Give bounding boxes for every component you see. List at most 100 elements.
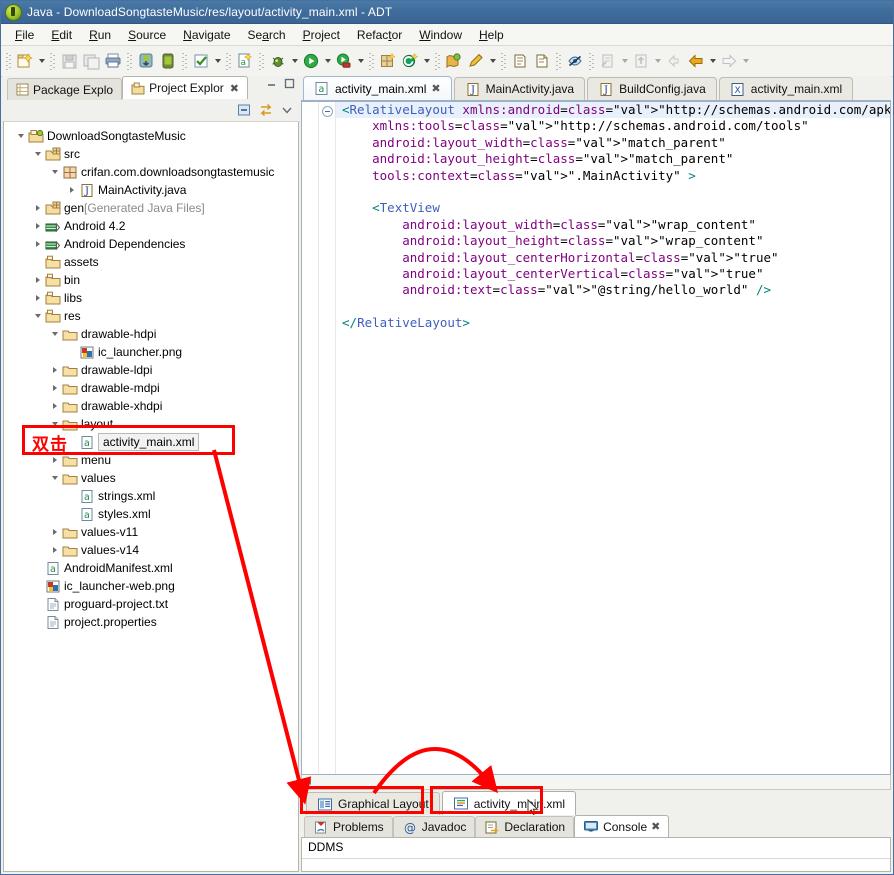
print-icon[interactable] — [102, 50, 124, 72]
console-view-body[interactable]: DDMS — [301, 837, 891, 872]
new-android-xml-file-icon[interactable]: a — [234, 50, 256, 72]
menu-project[interactable]: Project — [295, 26, 349, 44]
editor-tab-0[interactable]: a activity_main.xml ✖ — [303, 76, 452, 100]
next-annotation-icon[interactable] — [509, 50, 531, 72]
tree-expand-icon[interactable] — [31, 235, 44, 253]
tree-collapse-icon[interactable] — [14, 127, 27, 145]
tree-row[interactable]: a AndroidManifest.xml — [4, 559, 298, 577]
tree-expand-icon[interactable] — [48, 361, 61, 379]
view-menu-icon[interactable] — [281, 104, 293, 116]
tree-row[interactable]: gen [Generated Java Files] — [4, 199, 298, 217]
menu-run[interactable]: Run — [81, 26, 120, 44]
toolbar-grip-9[interactable] — [500, 51, 507, 71]
tree-row[interactable]: drawable-hdpi — [4, 325, 298, 343]
tree-collapse-icon[interactable] — [48, 469, 61, 487]
run-icon[interactable] — [300, 50, 322, 72]
tree-row[interactable]: drawable-ldpi — [4, 361, 298, 379]
link-with-editor-icon[interactable] — [258, 103, 274, 117]
tree-row[interactable]: drawable-xhdpi — [4, 397, 298, 415]
tree-row[interactable]: res — [4, 307, 298, 325]
editor-tab-1[interactable]: J MainActivity.java — [453, 77, 586, 100]
menu-refactor[interactable]: Refactor — [349, 26, 411, 44]
tree-row[interactable]: layout — [4, 415, 298, 433]
open-type-icon[interactable] — [443, 50, 465, 72]
menu-source[interactable]: Source — [120, 26, 175, 44]
toolbar-grip-4[interactable] — [181, 51, 188, 71]
tree-row[interactable]: a styles.xml — [4, 505, 298, 523]
tree-row[interactable]: a strings.xml — [4, 487, 298, 505]
new-java-package-icon[interactable] — [377, 50, 399, 72]
close-icon[interactable]: ✖ — [431, 82, 440, 95]
editor-code-text[interactable]: <RelativeLayout xmlns:android=class="val… — [336, 102, 890, 774]
tree-row[interactable]: proguard-project.txt — [4, 595, 298, 613]
search-highlight-icon[interactable] — [465, 50, 487, 72]
menu-file[interactable]: File — [7, 26, 43, 44]
close-icon[interactable]: ✖ — [651, 820, 660, 833]
previous-annotation-icon[interactable] — [531, 50, 553, 72]
fold-collapse-icon[interactable] — [322, 106, 333, 117]
build-all-dropdown-icon[interactable] — [212, 50, 223, 72]
toggle-mark-occurrences-icon[interactable] — [564, 50, 586, 72]
tree-expand-icon[interactable] — [31, 217, 44, 235]
layout-tab-xml[interactable]: activity_main.xml — [441, 791, 577, 815]
tree-expand-icon[interactable] — [48, 541, 61, 559]
new-wizard-icon[interactable] — [14, 50, 36, 72]
toolbar-grip-10[interactable] — [555, 51, 562, 71]
tree-row[interactable]: libs — [4, 289, 298, 307]
tree-collapse-icon[interactable] — [48, 325, 61, 343]
tree-row[interactable]: values-v11 — [4, 523, 298, 541]
tree-row[interactable]: Android 4.2 — [4, 217, 298, 235]
tree-row[interactable]: values — [4, 469, 298, 487]
tab-project-explorer[interactable]: Project Explor ✖ — [122, 76, 248, 99]
menu-search[interactable]: Search — [240, 26, 295, 44]
project-tree[interactable]: DownloadSongtasteMusic src crifan.com.down… — [3, 122, 299, 872]
toolbar-grip-7[interactable] — [368, 51, 375, 71]
toolbar-grip-3[interactable] — [126, 51, 133, 71]
tree-expand-icon[interactable] — [48, 379, 61, 397]
minimize-view-icon[interactable] — [265, 78, 278, 89]
back-dropdown-icon[interactable] — [707, 50, 718, 72]
menu-edit[interactable]: Edit — [43, 26, 81, 44]
run-external-tools-icon[interactable] — [333, 50, 355, 72]
tree-row[interactable]: a activity_main.xml — [4, 433, 298, 451]
scroll-left-icon[interactable] — [302, 776, 316, 788]
editor-folding-gutter[interactable] — [319, 102, 336, 774]
toolbar-grip-6[interactable] — [258, 51, 265, 71]
tree-expand-icon[interactable] — [48, 523, 61, 541]
editor-tab-2[interactable]: J BuildConfig.java — [587, 77, 717, 100]
tree-expand-icon[interactable] — [65, 181, 78, 199]
build-all-icon[interactable] — [190, 50, 212, 72]
run-dropdown-icon[interactable] — [322, 50, 333, 72]
editor-tab-3[interactable]: Xactivity_main.xml — [718, 77, 854, 100]
tree-expand-icon[interactable] — [31, 199, 44, 217]
tree-collapse-icon[interactable] — [31, 307, 44, 325]
tree-row[interactable]: project.properties — [4, 613, 298, 631]
tree-row[interactable]: src — [4, 145, 298, 163]
tree-row[interactable]: DownloadSongtasteMusic — [4, 127, 298, 145]
editor-horizontal-scrollbar[interactable] — [301, 775, 891, 790]
tree-row[interactable]: values-v14 — [4, 541, 298, 559]
debug-icon[interactable] — [267, 50, 289, 72]
android-avd-manager-icon[interactable] — [157, 50, 179, 72]
tree-row[interactable]: Android Dependencies — [4, 235, 298, 253]
toolbar-grip-2[interactable] — [49, 51, 56, 71]
tree-expand-icon[interactable] — [48, 451, 61, 469]
back-icon[interactable] — [685, 50, 707, 72]
bottom-tab-problems[interactable]: Problems — [304, 816, 393, 837]
toolbar-grip[interactable] — [5, 51, 12, 71]
toolbar-grip-8[interactable] — [434, 51, 441, 71]
tree-row[interactable]: menu — [4, 451, 298, 469]
bottom-tab-console[interactable]: Console ✖ — [574, 815, 670, 837]
search-dropdown-icon[interactable] — [487, 50, 498, 72]
new-java-class-dropdown-icon[interactable] — [421, 50, 432, 72]
editor-marker-gutter[interactable] — [302, 102, 319, 774]
new-wizard-dropdown-icon[interactable] — [36, 50, 47, 72]
tree-row[interactable]: bin — [4, 271, 298, 289]
tree-row[interactable]: drawable-mdpi — [4, 379, 298, 397]
tree-collapse-icon[interactable] — [48, 163, 61, 181]
maximize-view-icon[interactable] — [283, 78, 296, 89]
tree-row[interactable]: J MainActivity.java — [4, 181, 298, 199]
toolbar-grip-11[interactable] — [588, 51, 595, 71]
bottom-tab-javadoc[interactable]: @ Javadoc — [392, 816, 476, 837]
menu-navigate[interactable]: Navigate — [175, 26, 239, 44]
